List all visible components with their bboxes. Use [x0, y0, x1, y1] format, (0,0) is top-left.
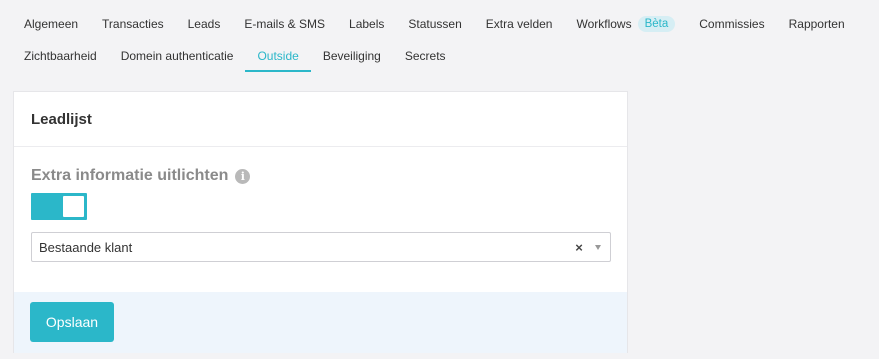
- tab-labels[interactable]: Labels: [337, 11, 396, 37]
- tab-extra-velden[interactable]: Extra velden: [474, 11, 565, 37]
- field-label-text: Extra informatie uitlichten: [31, 167, 229, 184]
- tab-label: Statussen: [408, 17, 462, 31]
- card-title: Leadlijst: [31, 110, 92, 128]
- save-button[interactable]: Opslaan: [30, 302, 114, 342]
- clear-icon[interactable]: ×: [571, 240, 587, 255]
- tab-transacties[interactable]: Transacties: [90, 11, 176, 37]
- tab-label: Beveiliging: [322, 49, 381, 63]
- tab-label: Zichtbaarheid: [24, 49, 97, 63]
- tab-label: Rapporten: [788, 17, 845, 31]
- tab-beveiliging[interactable]: Beveiliging: [311, 43, 393, 69]
- tab-commissies[interactable]: Commissies: [687, 11, 776, 37]
- tab-label: Workflows: [576, 17, 632, 31]
- card-body: Extra informatie uitlichten i Bestaande …: [14, 147, 627, 292]
- card-header: Leadlijst: [14, 92, 627, 147]
- status-select[interactable]: Bestaande klant ×: [31, 232, 611, 262]
- tab-workflows[interactable]: Workflows Bèta: [564, 11, 687, 37]
- settings-tabs: Algemeen Transacties Leads E-mails & SMS…: [0, 0, 879, 86]
- tab-outside[interactable]: Outside: [245, 43, 312, 72]
- tab-row-2: Zichtbaarheid Domein authenticatie Outsi…: [12, 43, 458, 72]
- tab-label: Leads: [187, 17, 221, 31]
- tab-label: Extra velden: [485, 17, 553, 31]
- field-label: Extra informatie uitlichten i: [31, 167, 251, 185]
- tab-rapporten[interactable]: Rapporten: [777, 11, 857, 37]
- tab-label: Algemeen: [24, 17, 79, 31]
- toggle-knob: [63, 196, 84, 217]
- tab-row-1: Algemeen Transacties Leads E-mails & SMS…: [12, 11, 857, 37]
- tab-secrets[interactable]: Secrets: [393, 43, 458, 69]
- tab-label: Labels: [349, 17, 385, 31]
- tab-algemeen[interactable]: Algemeen: [12, 11, 90, 37]
- info-icon[interactable]: i: [235, 168, 251, 184]
- tab-domein-authenticatie[interactable]: Domein authenticatie: [109, 43, 246, 69]
- tab-label: Transacties: [102, 17, 164, 31]
- leadlijst-card: Leadlijst Extra informatie uitlichten i …: [13, 91, 628, 353]
- card-footer: Opslaan: [14, 292, 627, 353]
- beta-badge: Bèta: [637, 16, 676, 32]
- select-value: Bestaande klant: [39, 239, 133, 255]
- tab-label: Domein authenticatie: [120, 49, 234, 63]
- highlight-toggle[interactable]: [31, 193, 87, 220]
- chevron-down-icon[interactable]: [595, 244, 601, 250]
- tab-label: Commissies: [699, 17, 765, 31]
- tab-zichtbaarheid[interactable]: Zichtbaarheid: [12, 43, 109, 69]
- tab-leads[interactable]: Leads: [176, 11, 233, 37]
- tab-statussen[interactable]: Statussen: [396, 11, 473, 37]
- tab-label: Secrets: [404, 49, 446, 63]
- tab-emails-sms[interactable]: E-mails & SMS: [232, 11, 337, 37]
- tab-label: Outside: [257, 49, 299, 63]
- tab-label: E-mails & SMS: [244, 17, 326, 31]
